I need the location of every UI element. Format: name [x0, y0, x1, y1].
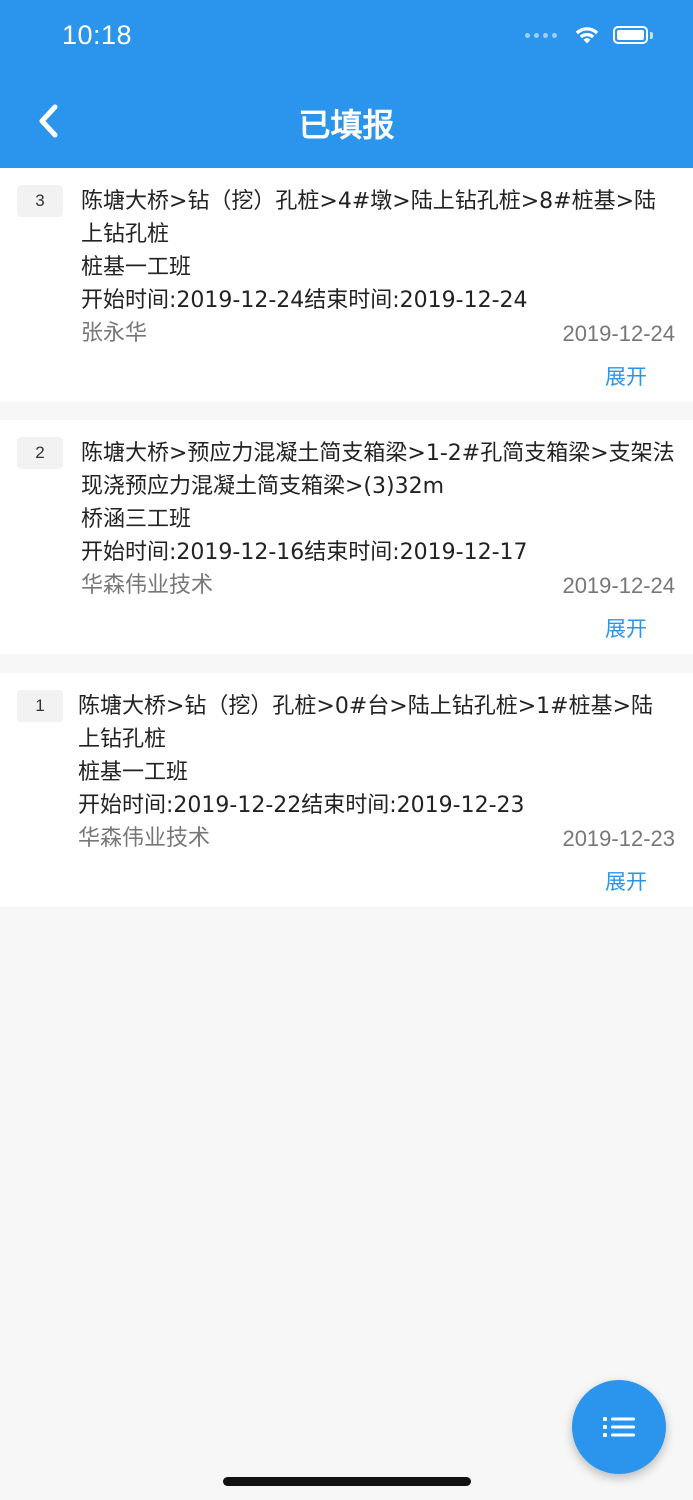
record-path: 陈塘大桥>钻（挖）孔桩>4#墩>陆上钻孔桩>8#桩基>陆上钻孔桩 — [81, 189, 657, 247]
record-index-badge: 3 — [17, 185, 63, 217]
page-title: 已填报 — [298, 106, 395, 144]
record-author: 华森伟业技术 — [81, 573, 214, 598]
status-indicators — [525, 24, 653, 46]
wifi-icon — [575, 27, 599, 44]
record-date: 2019-12-24 — [562, 321, 675, 346]
record-card[interactable]: 3 陈塘大桥>钻（挖）孔桩>4#墩>陆上钻孔桩>8#桩基>陆上钻孔桩 桩基一工班… — [0, 168, 693, 402]
record-team: 桩基一工班 — [81, 255, 192, 280]
record-author: 华森伟业技术 — [78, 826, 211, 851]
record-period: 开始时间:2019-12-22结束时间:2019-12-23 — [78, 793, 525, 818]
expand-button[interactable]: 展开 — [605, 614, 647, 644]
expand-button[interactable]: 展开 — [605, 362, 647, 392]
record-date: 2019-12-24 — [562, 573, 675, 598]
record-card[interactable]: 1 陈塘大桥>钻（挖）孔桩>0#台>陆上钻孔桩>1#桩基>陆上钻孔桩 桩基一工班… — [0, 673, 693, 907]
battery-icon — [613, 24, 653, 46]
record-path: 陈塘大桥>钻（挖）孔桩>0#台>陆上钻孔桩>1#桩基>陆上钻孔桩 — [78, 694, 654, 752]
record-path: 陈塘大桥>预应力混凝土简支箱梁>1-2#孔简支箱梁>支架法现浇预应力混凝土简支箱… — [81, 441, 675, 499]
signal-icon — [525, 32, 557, 38]
record-team: 桩基一工班 — [78, 760, 189, 785]
record-index-badge: 2 — [17, 437, 63, 469]
expand-button[interactable]: 展开 — [605, 867, 647, 897]
record-author: 张永华 — [81, 321, 148, 346]
record-period: 开始时间:2019-12-16结束时间:2019-12-17 — [81, 540, 528, 565]
list-icon — [603, 1417, 635, 1437]
app-header: 10:18 已填报 — [0, 0, 693, 168]
list-fab-button[interactable] — [572, 1380, 666, 1474]
home-indicator — [223, 1477, 471, 1486]
app-screen: 10:18 已填报 3 陈塘大桥>钻（挖）孔桩>4#墩>陆上钻孔桩>8#桩基>陆… — [0, 0, 693, 1500]
status-time: 10:18 — [62, 20, 133, 50]
record-period: 开始时间:2019-12-24结束时间:2019-12-24 — [81, 288, 528, 313]
record-team: 桥涵三工班 — [81, 507, 192, 532]
record-index-badge: 1 — [17, 690, 63, 722]
record-date: 2019-12-23 — [562, 826, 675, 851]
record-card[interactable]: 2 陈塘大桥>预应力混凝土简支箱梁>1-2#孔简支箱梁>支架法现浇预应力混凝土简… — [0, 420, 693, 654]
